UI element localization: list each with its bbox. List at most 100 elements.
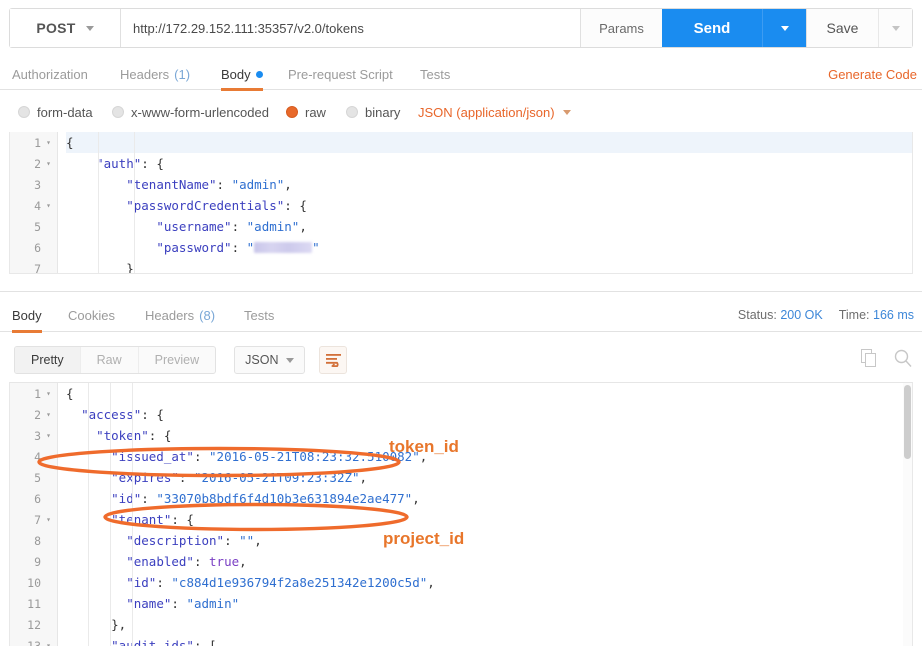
code-line: },	[66, 617, 127, 632]
body-modified-dot-icon	[255, 70, 263, 78]
postman-window: POST http://172.29.152.111:35357/v2.0/to…	[0, 0, 922, 646]
code-line: "description": "",	[126, 533, 262, 548]
status-label: Status:	[737, 308, 777, 322]
radio-form-data[interactable]: form-data	[18, 105, 93, 120]
tab-pre-request-script[interactable]: Pre-request Script	[288, 58, 393, 90]
response-scrollbar-thumb[interactable]	[904, 385, 911, 459]
fold-toggle-icon[interactable]: ▾	[44, 153, 53, 174]
radio-binary[interactable]: binary	[346, 105, 400, 120]
word-wrap-icon[interactable]	[319, 346, 348, 374]
redacted-password	[254, 242, 313, 253]
code-line: "access": {	[81, 407, 164, 422]
line-number: 8	[34, 533, 41, 548]
line-number: 2 ▾	[10, 153, 57, 174]
line-number: 6	[34, 491, 41, 506]
view-mode-raw[interactable]: Raw	[81, 347, 139, 373]
request-editor-gutter: 1▾2▾34▾56789	[10, 132, 58, 273]
tab-authorization[interactable]: Authorization	[12, 58, 88, 90]
tab-tests[interactable]: Tests	[420, 58, 450, 90]
code-line: "name": "admin"	[126, 596, 240, 611]
time-label: Time:	[838, 308, 870, 322]
code-line: "username": "admin",	[156, 219, 307, 234]
time-value: 166 ms	[873, 308, 914, 322]
request-url-value: http://172.29.152.111:35357/v2.0/tokens	[133, 20, 364, 36]
tab-label: Headers	[120, 66, 170, 82]
fold-toggle-icon[interactable]: ▾	[44, 132, 53, 153]
response-tab-tests[interactable]: Tests	[244, 298, 274, 332]
request-body-editor[interactable]: 1▾2▾34▾56789 { "auth": { "tenantName": "…	[9, 132, 913, 274]
request-url-bar: POST http://172.29.152.111:35357/v2.0/to…	[9, 8, 913, 48]
response-format-label: JSON	[245, 353, 279, 367]
status-value: 200 OK	[780, 308, 823, 322]
send-button[interactable]: Send	[662, 9, 762, 47]
search-icon[interactable]	[894, 349, 912, 372]
response-meta: Status: 200 OK Time: 166 ms	[738, 298, 914, 332]
code-line: }	[66, 261, 134, 274]
code-line: "id": "c884d1e936794f2a8e251342e1200c5d"…	[126, 575, 435, 590]
response-body-viewer[interactable]: 1▾2▾3▾4567▾8910111213▾14151617▾18▾19▾ { …	[9, 382, 913, 646]
response-format-selector[interactable]: JSON	[234, 346, 306, 374]
http-method-selector[interactable]: POST	[10, 9, 121, 47]
radio-raw[interactable]: raw	[286, 105, 326, 120]
request-editor-code[interactable]: { "auth": { "tenantName": "admin", "pass…	[58, 132, 912, 273]
content-type-label: JSON (application/json)	[418, 104, 555, 120]
line-number: 6	[34, 240, 41, 255]
send-options-button[interactable]	[762, 9, 806, 47]
params-button[interactable]: Params	[580, 9, 662, 47]
line-number: 11	[27, 596, 41, 611]
radio-icon	[112, 106, 124, 118]
code-line: "passwordCredentials": {	[126, 198, 307, 213]
tab-body[interactable]: Body	[221, 58, 263, 91]
response-editor-gutter: 1▾2▾3▾4567▾8910111213▾14151617▾18▾19▾	[10, 383, 58, 646]
fold-toggle-icon[interactable]: ▾	[44, 509, 53, 530]
code-line: "password": " "	[156, 240, 320, 255]
view-mode-pretty[interactable]: Pretty	[15, 347, 81, 373]
view-mode-preview[interactable]: Preview	[139, 347, 215, 373]
line-number: 9	[34, 554, 41, 569]
response-tab-headers[interactable]: Headers (8)	[145, 298, 215, 332]
response-tab-cookies[interactable]: Cookies	[68, 298, 115, 332]
code-line: "expires": "2016-05-21T09:23:32Z",	[111, 470, 368, 485]
line-number: 5	[34, 470, 41, 485]
generate-code-link[interactable]: Generate Code	[828, 58, 917, 90]
tab-headers[interactable]: Headers (1)	[120, 58, 190, 90]
chevron-down-icon	[562, 109, 571, 115]
response-tab-bar: Body Cookies Headers (8) Tests Status: 2…	[0, 298, 922, 333]
chevron-down-icon	[780, 25, 789, 31]
response-scrollbar[interactable]	[903, 383, 912, 646]
fold-toggle-icon[interactable]: ▾	[44, 195, 53, 216]
radio-x-www-form-urlencoded[interactable]: x-www-form-urlencoded	[112, 105, 269, 120]
save-button[interactable]: Save	[806, 9, 878, 47]
http-method-label: POST	[36, 20, 76, 36]
content-type-selector[interactable]: JSON (application/json)	[418, 105, 571, 120]
line-number: 10	[27, 575, 41, 590]
tab-count: (8)	[199, 307, 216, 323]
request-url-input[interactable]: http://172.29.152.111:35357/v2.0/tokens	[121, 9, 580, 47]
pane-splitter[interactable]	[0, 282, 922, 292]
code-line: "tenant": {	[111, 512, 194, 527]
tab-label: Authorization	[12, 66, 88, 82]
response-editor-code[interactable]: { "access": { "token": { "issued_at": "2…	[58, 383, 912, 646]
response-tab-body[interactable]: Body	[12, 298, 42, 333]
line-number: 4 ▾	[10, 195, 57, 216]
fold-toggle-icon[interactable]: ▾	[44, 404, 53, 425]
tab-label: Cookies	[68, 307, 115, 323]
line-number: 12	[27, 617, 41, 632]
chevron-down-icon	[85, 25, 94, 31]
status-group: Status: 200 OK	[738, 308, 823, 322]
line-number: 4	[34, 449, 41, 464]
response-actions	[861, 340, 912, 380]
code-line: "token": {	[96, 428, 172, 443]
save-options-button[interactable]	[878, 9, 912, 47]
radio-icon-selected	[286, 106, 298, 118]
line-number: 13 ▾	[10, 635, 57, 646]
fold-toggle-icon[interactable]: ▾	[44, 425, 53, 446]
copy-icon[interactable]	[861, 348, 878, 372]
code-line: {	[66, 386, 74, 401]
radio-label: binary	[365, 104, 401, 120]
radio-icon	[346, 106, 358, 118]
line-number: 1 ▾	[10, 132, 57, 153]
fold-toggle-icon[interactable]: ▾	[44, 383, 53, 404]
line-number: 1 ▾	[10, 383, 57, 404]
fold-toggle-icon[interactable]: ▾	[44, 635, 53, 646]
